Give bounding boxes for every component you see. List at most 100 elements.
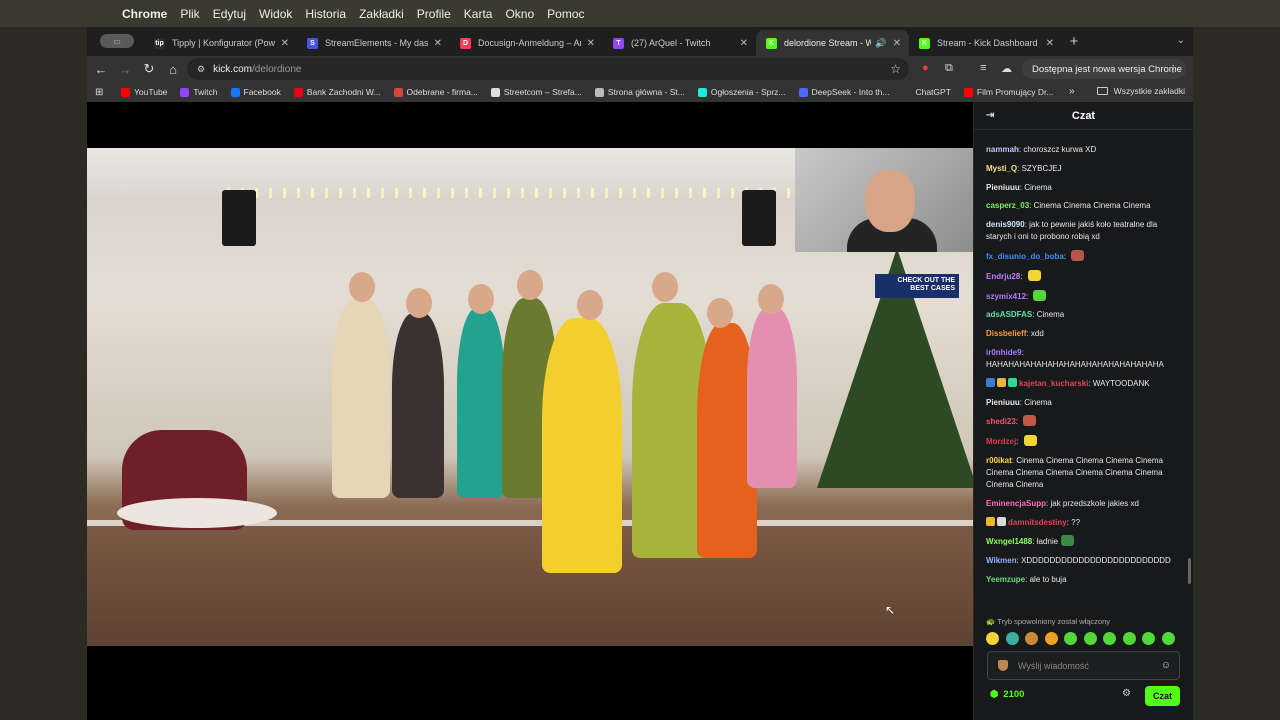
forward-icon[interactable]: →	[113, 62, 137, 77]
chat-message[interactable]: adsASDFAS: Cinema	[986, 309, 1178, 321]
bookmark-item[interactable]: Facebook	[230, 87, 281, 97]
channel-points[interactable]: ⬢ 2100	[990, 689, 1024, 700]
chat-scrollbar[interactable]	[1188, 558, 1191, 584]
bookmark-item[interactable]: Streetcom – Strefa...	[490, 87, 582, 97]
reload-icon[interactable]: ↻	[137, 61, 161, 77]
menu-zakladki[interactable]: Zakładki	[359, 7, 404, 21]
menu-okno[interactable]: Okno	[505, 7, 534, 21]
tab-search-chevron-icon[interactable]: ⌄	[1177, 35, 1185, 46]
address-bar[interactable]: ⚙ kick.com/delordione ☆	[187, 58, 909, 80]
browser-tab[interactable]: Kdelordione Stream - Watc🔊 ✕	[756, 30, 909, 56]
chat-message[interactable]: Dissbelieff: xdd	[986, 328, 1178, 340]
bookmark-item[interactable]: Film Promujący Dr...	[963, 87, 1053, 97]
chat-username[interactable]: Wxngel1488	[986, 537, 1032, 546]
menu-widok[interactable]: Widok	[259, 7, 292, 21]
chat-message[interactable]: nammah: choroszcz kurwa XD	[986, 144, 1178, 156]
menu-app-name[interactable]: Chrome	[122, 7, 167, 21]
menu-plik[interactable]: Plik	[180, 7, 199, 21]
send-chat-button[interactable]: Czat	[1145, 686, 1180, 706]
tab-close-icon[interactable]: ✕	[434, 38, 442, 49]
chat-username[interactable]: shedi23	[986, 417, 1016, 426]
chat-message[interactable]: szymix412:	[986, 289, 1178, 303]
browser-tab[interactable]: S StreamElements - My dashbo ✕	[297, 30, 450, 56]
new-tab-icon[interactable]: +	[1062, 33, 1086, 50]
bookmark-item[interactable]: Bank Zachodni W...	[293, 87, 381, 97]
chat-message[interactable]: Yeemzupe: ale to buja	[986, 574, 1178, 586]
chat-username[interactable]: ir0nhide9	[986, 348, 1022, 357]
chat-message[interactable]: Endrju28:	[986, 269, 1178, 283]
chat-settings-gear-icon[interactable]: ⚙	[1122, 688, 1131, 699]
tab-close-icon[interactable]: ✕	[740, 38, 748, 49]
chat-message[interactable]: kajetan_kucharski: WAYTOODANK	[986, 377, 1178, 390]
chat-username[interactable]: damnitsdestiny	[1008, 518, 1067, 527]
chat-username[interactable]: kajetan_kucharski	[1019, 379, 1088, 388]
chat-username[interactable]: denis9090	[986, 220, 1025, 229]
chat-username[interactable]: szymix412	[986, 292, 1026, 301]
chat-username[interactable]: casperz_03	[986, 201, 1029, 210]
chat-message[interactable]: Wxngel1488: ładnie	[986, 535, 1178, 548]
chat-username[interactable]: r00ikat	[986, 456, 1012, 465]
chat-username[interactable]: Mysti_Q	[986, 164, 1017, 173]
quick-emote-icon[interactable]	[1122, 632, 1136, 645]
extension-record-icon[interactable]: ●	[922, 62, 929, 74]
chat-message[interactable]: shedi23:	[986, 415, 1178, 428]
chat-username[interactable]: Pieniuuu	[986, 398, 1020, 407]
all-bookmarks-button[interactable]: Wszystkie zakładki	[1096, 86, 1185, 96]
quick-emote-icon[interactable]	[986, 632, 999, 645]
chat-message[interactable]: Mysti_Q: SZYBCJEJ	[986, 163, 1178, 175]
bookmark-item[interactable]: Ogłoszenia - Sprz...	[697, 87, 786, 97]
chat-username[interactable]: adsASDFAS	[986, 310, 1032, 319]
tab-close-icon[interactable]: ✕	[893, 38, 901, 49]
bookmark-item[interactable]: ChatGPT	[902, 87, 951, 97]
quick-emote-icon[interactable]	[1161, 632, 1175, 645]
menu-pomoc[interactable]: Pomoc	[547, 7, 584, 21]
media-controls-icon[interactable]: ≡	[980, 62, 986, 74]
tab-close-icon[interactable]: ✕	[1046, 38, 1054, 49]
cloud-icon[interactable]: ☁	[1001, 62, 1012, 75]
home-icon[interactable]: ⌂	[161, 62, 185, 77]
chat-username[interactable]: EminencjaSupp	[986, 499, 1046, 508]
quick-emote-icon[interactable]	[1083, 632, 1097, 645]
back-icon[interactable]: ←	[89, 62, 113, 77]
chat-username[interactable]: fx_disunio_do_boba	[986, 252, 1064, 261]
menu-historia[interactable]: Historia	[305, 7, 346, 21]
chat-message[interactable]: denis9090: jak to pewnie jakiś koło teat…	[986, 219, 1178, 243]
browser-tab[interactable]: tip Tipply | Konfigurator (Powiad ✕	[144, 30, 297, 56]
chat-username[interactable]: Pieniuuu	[986, 183, 1020, 192]
chat-username[interactable]: Endrju28	[986, 272, 1020, 281]
emoji-picker-icon[interactable]: ☺	[1161, 660, 1171, 671]
chat-input[interactable]: Wyślij wiadomość ☺	[987, 651, 1180, 680]
chrome-update-button[interactable]: Dostępna jest nowa wersja Chrome ⋮	[1022, 59, 1186, 79]
browser-tab[interactable]: T (27) ArQuel - Twitch ✕	[603, 30, 756, 56]
bookmarks-overflow-icon[interactable]: »	[1069, 86, 1075, 97]
tab-close-icon[interactable]: ✕	[587, 38, 595, 49]
chat-message[interactable]: Mordzej:	[986, 435, 1178, 448]
quick-emote-icon[interactable]	[1044, 632, 1058, 645]
stream-video-frame[interactable]: CHECK OUT THE BEST CASES ↖	[87, 148, 973, 646]
chat-message[interactable]: damnitsdestiny: ??	[986, 516, 1178, 529]
bookmark-item[interactable]: DeepSeek - Into th...	[798, 87, 889, 97]
quick-emote-icon[interactable]	[1103, 632, 1116, 645]
site-info-icon[interactable]: ⚙	[197, 64, 205, 75]
tab-close-icon[interactable]: ✕	[281, 38, 289, 49]
chat-message[interactable]: EminencjaSupp: jak przedszkole jakies xd	[986, 498, 1178, 510]
chat-username[interactable]: Wikmen	[986, 556, 1017, 565]
quick-emote-icon[interactable]	[1142, 632, 1155, 645]
bookmark-item[interactable]: Odebrane - firma...	[393, 87, 478, 97]
menu-profile[interactable]: Profile	[417, 7, 451, 21]
tab-audio-icon[interactable]: 🔊	[875, 38, 886, 49]
chat-message[interactable]: ir0nhide9: HAHAHAHAHAHAHAHAHAHAHAHAHAHAH…	[986, 347, 1178, 371]
bookmark-item[interactable]: YouTube	[121, 87, 167, 97]
tab-group-pill[interactable]: ▭	[100, 34, 134, 48]
chat-username[interactable]: Dissbelieff	[986, 329, 1026, 338]
quick-emote-icon[interactable]	[1025, 632, 1038, 645]
chat-message[interactable]: Wikmen: XDDDDDDDDDDDDDDDDDDDDDDDDD	[986, 555, 1178, 567]
bookmark-item[interactable]: Strona główna - St...	[594, 87, 685, 97]
menu-karta[interactable]: Karta	[464, 7, 493, 21]
chat-message-list[interactable]: nammah: choroszcz kurwa XD Mysti_Q: SZYBC…	[974, 144, 1190, 593]
kebab-menu-icon[interactable]: ⋮	[1169, 64, 1179, 75]
quick-emote-icon[interactable]	[1064, 632, 1077, 645]
chat-message[interactable]: r00ikat: Cinema Cinema Cinema Cinema Cin…	[986, 455, 1178, 491]
bookmark-star-icon[interactable]: ☆	[890, 62, 901, 76]
video-player[interactable]: CHECK OUT THE BEST CASES ↖	[87, 102, 973, 720]
